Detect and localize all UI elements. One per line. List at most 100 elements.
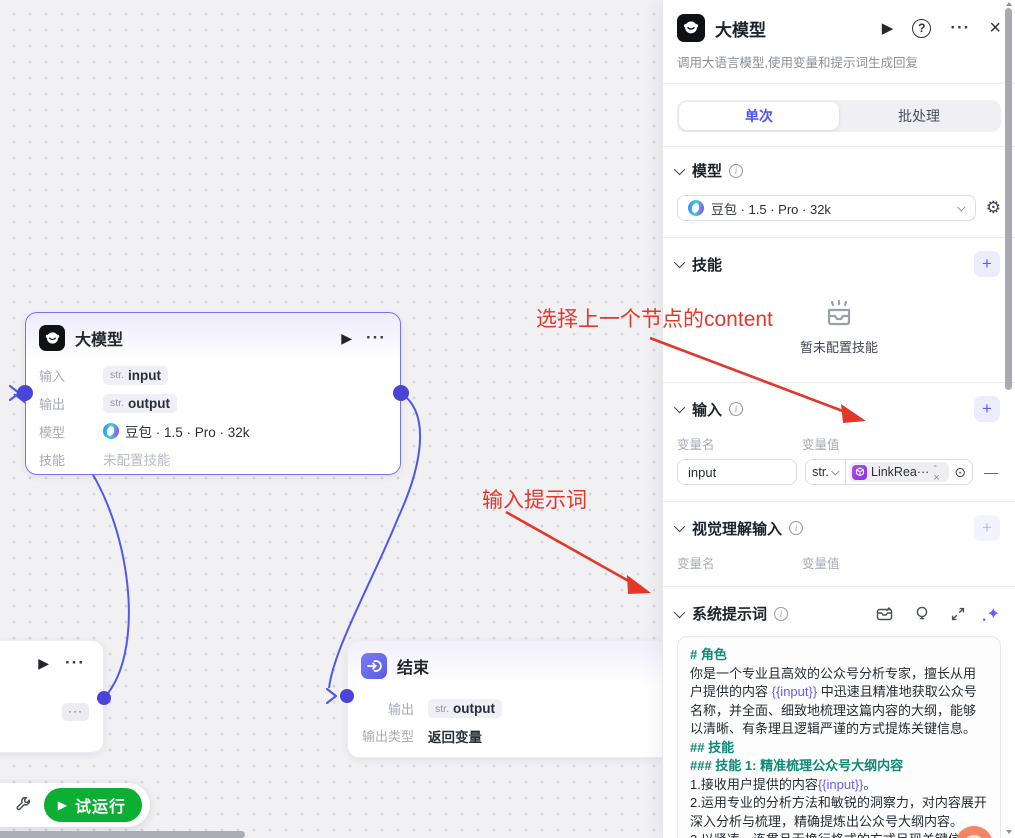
scroll-down-arrow-icon[interactable] xyxy=(1006,830,1012,834)
scrollbar-thumb[interactable] xyxy=(1005,8,1012,390)
skills-section-title: 技能 xyxy=(692,256,723,274)
tab-single[interactable]: 单次 xyxy=(679,102,839,130)
prompt-content: # 角色 你是一个专业且高效的公众号分析专家，擅长从用户提供的内容 {{input… xyxy=(690,647,987,838)
panel-more-icon[interactable]: ··· xyxy=(950,18,970,38)
prompt-section-title: 系统提示词 xyxy=(692,606,768,623)
llm-node-icon xyxy=(39,325,65,351)
model-select[interactable]: 豆包 · 1.5 · Pro · 32k xyxy=(677,195,976,221)
variable-type-value: str. xyxy=(812,465,829,479)
add-vision-input-button[interactable]: + xyxy=(974,515,1000,541)
node-more-icon[interactable]: ··· xyxy=(65,653,85,673)
variable-value-cell[interactable]: LinkRea··· - × ⊙ xyxy=(846,460,972,484)
llm-output-port[interactable] xyxy=(393,385,409,401)
test-run-label: 试运行 xyxy=(74,799,126,816)
test-run-button[interactable]: ▶ 试运行 xyxy=(43,788,142,822)
variable-ref-chip[interactable]: LinkRea··· - × xyxy=(849,460,950,484)
scroll-up-arrow-icon[interactable] xyxy=(1006,2,1012,6)
run-node-icon[interactable]: ▶ xyxy=(341,330,352,347)
row-label: 输出类型 xyxy=(361,729,414,744)
skill-value: 未配置技能 xyxy=(103,453,171,468)
model-settings-gear-icon[interactable]: ⚙ xyxy=(986,198,1001,218)
badge-name: output xyxy=(128,395,170,411)
output-type-value: 返回变量 xyxy=(428,729,482,745)
llm-input-port[interactable] xyxy=(17,385,33,401)
llm-input-row: 输入 str. input xyxy=(39,361,386,389)
add-skill-button[interactable]: + xyxy=(974,251,1000,277)
col-variable-value: 变量值 xyxy=(802,557,840,571)
panel-run-icon[interactable]: ▶ xyxy=(882,19,894,37)
annotation-enter-prompt: 输入提示词 xyxy=(482,489,587,512)
doubao-model-icon xyxy=(688,200,704,216)
ai-optimize-sparkle-icon[interactable]: ✦ xyxy=(982,604,1000,625)
end-node[interactable]: 结束 输出 str. output 输出类型 返回变量 xyxy=(347,640,677,758)
end-type-row: 输出类型 返回变量 xyxy=(358,722,662,749)
llm-panel-icon xyxy=(677,14,705,42)
row-label: 输出 xyxy=(39,396,66,412)
badge-type: str. xyxy=(110,397,125,409)
chevron-down-icon xyxy=(830,467,840,476)
llm-node-title: 大模型 xyxy=(75,332,124,349)
chevron-down-icon[interactable] xyxy=(673,256,686,269)
partial-node[interactable]: ▶ ··· r_msg ··· xyxy=(0,640,104,753)
expand-icon[interactable] xyxy=(951,607,965,621)
variable-ref-text: LinkRea··· xyxy=(871,465,930,479)
output-badge: str. output xyxy=(103,393,177,413)
config-panel: 大模型 ▶ ? ··· × 调用大语言模型,使用变量和提示词生成回复 单次 批处… xyxy=(662,0,1015,838)
llm-node[interactable]: 大模型 ▶ ··· 输入 str. input 输出 str. output 模… xyxy=(25,312,401,475)
badge-name: output xyxy=(453,701,495,716)
llm-skill-row: 技能 未配置技能 xyxy=(39,445,386,473)
remove-ref-icon[interactable]: - × xyxy=(933,460,943,484)
chevron-down-icon[interactable] xyxy=(673,606,686,618)
end-input-port[interactable] xyxy=(340,689,354,703)
end-node-title: 结束 xyxy=(397,660,430,677)
chevron-down-icon[interactable] xyxy=(673,520,686,533)
input-variable-row: input str. LinkRea··· - × ⊙ — xyxy=(663,459,1015,501)
col-variable-name: 变量名 xyxy=(677,438,715,452)
help-icon[interactable]: ? xyxy=(912,18,932,38)
chevron-down-icon[interactable] xyxy=(673,401,686,414)
horizontal-scrollbar[interactable] xyxy=(0,831,245,838)
variable-type-select[interactable]: str. xyxy=(806,460,846,484)
model-section-title: 模型 xyxy=(692,163,723,180)
remove-input-button[interactable]: — xyxy=(981,464,1001,480)
system-prompt-editor[interactable]: # 角色 你是一个专业且高效的公众号分析专家，擅长从用户提供的内容 {{input… xyxy=(677,636,1001,838)
end-output-row: 输出 str. output xyxy=(358,695,662,722)
badge-type: str. xyxy=(110,369,125,381)
badge-type: str. xyxy=(435,702,450,715)
empty-skillbox-icon xyxy=(827,299,851,326)
end-node-icon xyxy=(361,653,387,679)
llm-output-row: 输出 str. output xyxy=(39,389,386,417)
input-badge: str. input xyxy=(103,365,169,385)
mode-tabs: 单次 批处理 xyxy=(677,100,1001,132)
add-input-button[interactable]: + xyxy=(974,396,1000,422)
node-more-icon[interactable]: ··· xyxy=(366,328,386,348)
info-icon: i xyxy=(774,606,789,621)
chevron-down-icon[interactable] xyxy=(673,163,686,175)
output-badge: str. output xyxy=(428,699,502,718)
chevron-down-icon xyxy=(956,203,966,212)
row-label: 技能 xyxy=(39,452,66,468)
llm-model-row: 模型 豆包 · 1.5 · Pro · 32k xyxy=(39,417,386,445)
more-icon[interactable]: ··· xyxy=(62,703,89,721)
panel-scrollbar[interactable] xyxy=(1004,0,1014,838)
col-variable-value: 变量值 xyxy=(802,438,840,452)
row-label: 输出 xyxy=(387,702,414,717)
info-icon: i xyxy=(729,402,744,416)
row-label: 输入 xyxy=(39,368,66,384)
locate-node-icon[interactable]: ⊙ xyxy=(954,464,966,481)
annotation-pick-content: 选择上一个节点的content xyxy=(536,308,773,331)
badge-name: input xyxy=(128,367,162,383)
panel-title: 大模型 xyxy=(715,20,766,40)
tab-batch[interactable]: 批处理 xyxy=(839,102,999,130)
close-icon[interactable]: × xyxy=(989,18,1001,38)
prompt-library-icon[interactable] xyxy=(876,606,893,621)
model-select-value: 豆包 · 1.5 · Pro · 32k xyxy=(711,201,831,217)
partial-node-output-port[interactable] xyxy=(97,691,111,705)
variable-name-input[interactable]: input xyxy=(677,459,797,485)
run-node-icon[interactable]: ▶ xyxy=(38,655,49,672)
model-value: 豆包 · 1.5 · Pro · 32k xyxy=(125,425,250,440)
lightbulb-icon[interactable] xyxy=(915,606,929,622)
vision-section-title: 视觉理解输入 xyxy=(692,520,783,538)
input-section-title: 输入 xyxy=(692,401,723,419)
wrench-icon[interactable] xyxy=(15,796,32,814)
